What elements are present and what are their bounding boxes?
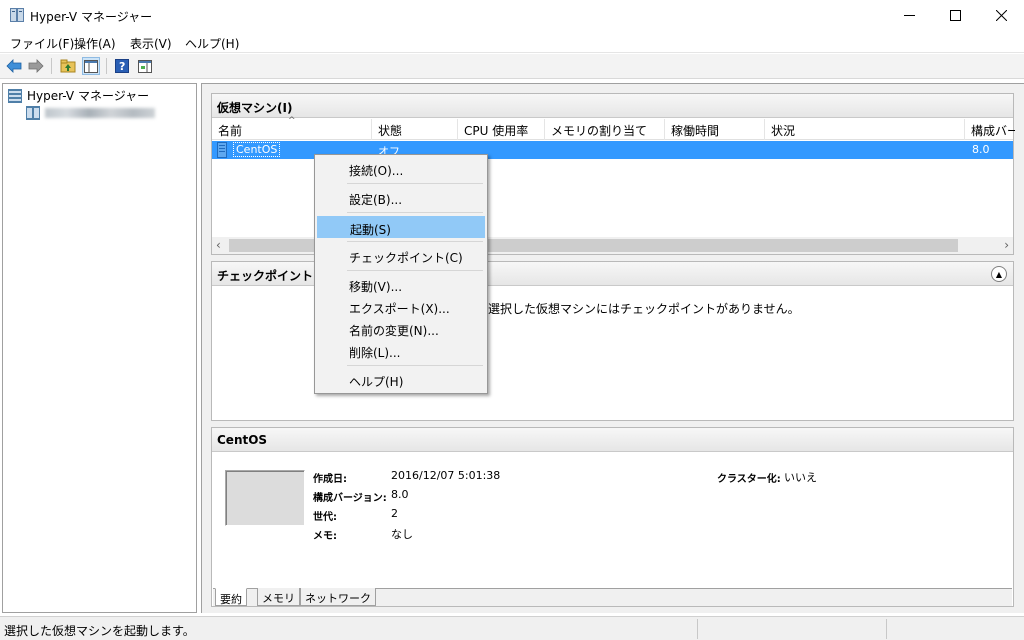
menu-item-delete[interactable]: 削除(L)... xyxy=(317,340,485,362)
status-divider xyxy=(697,619,698,639)
scroll-left-icon[interactable]: ‹ xyxy=(216,238,221,252)
back-arrow-icon xyxy=(6,59,22,73)
svg-text:?: ? xyxy=(119,60,125,73)
column-header-config-version[interactable]: 構成バー xyxy=(965,119,1015,140)
tree-root-label: Hyper-V マネージャー xyxy=(27,89,150,103)
vm-thumbnail xyxy=(225,470,305,526)
title-bar: Hyper-V マネージャー xyxy=(0,0,1024,31)
menu-view[interactable]: 表示(V) xyxy=(130,35,172,52)
forward-arrow-icon xyxy=(28,59,44,73)
menu-file[interactable]: ファイル(F) xyxy=(10,35,74,52)
hyper-v-app-icon xyxy=(10,8,24,22)
vm-details-panel: CentOS 作成日: 2016/12/07 5:01:38 構成バージョン: … xyxy=(211,427,1014,607)
tab-network[interactable]: ネットワーク xyxy=(300,588,376,606)
vm-context-menu: 接続(O)... 設定(B)... 起動(S) チェックポイント(C) 移動(V… xyxy=(314,154,488,394)
toolbar: ? xyxy=(0,54,1024,79)
menu-separator xyxy=(347,365,483,366)
menu-bar: ファイル(F) 操作(A) 表示(V) ヘルプ(H) xyxy=(0,31,1024,53)
column-header-name[interactable]: 名前 xyxy=(212,119,372,140)
vm-grid-header: ^ 名前 状態 CPU 使用率 メモリの割り当て 稼働時間 状況 構成バー xyxy=(212,116,1015,140)
status-bar: 選択した仮想マシンを起動します。 xyxy=(0,616,1024,640)
show-hide-tree-icon xyxy=(84,59,98,73)
column-header-memory[interactable]: メモリの割り当て xyxy=(545,119,665,140)
menu-item-settings[interactable]: 設定(B)... xyxy=(317,187,485,209)
menu-item-checkpoint[interactable]: チェックポイント(C) xyxy=(317,245,485,267)
minimize-button[interactable] xyxy=(886,0,932,31)
config-version-value: 8.0 xyxy=(391,488,409,501)
maximize-icon xyxy=(949,10,961,21)
scroll-right-icon[interactable]: › xyxy=(1004,238,1009,252)
toolbar-separator xyxy=(51,58,52,74)
show-action-pane-icon xyxy=(138,59,152,73)
menu-item-export[interactable]: エクスポート(X)... xyxy=(317,296,485,318)
menu-separator xyxy=(347,212,483,213)
window-title: Hyper-V マネージャー xyxy=(30,10,153,24)
cluster-label: クラスター化: xyxy=(717,474,781,485)
menu-item-start[interactable]: 起動(S) xyxy=(317,216,485,238)
help-button[interactable]: ? xyxy=(113,57,131,75)
forward-button[interactable] xyxy=(27,57,45,75)
vm-panel-header: 仮想マシン(I) xyxy=(212,94,1013,118)
vm-config-version-cell: 8.0 xyxy=(972,143,990,156)
tree-host-server[interactable] xyxy=(25,105,155,121)
vm-name-cell: CentOS xyxy=(233,142,281,157)
column-header-cpu[interactable]: CPU 使用率 xyxy=(458,119,545,140)
navigation-tree-pane: Hyper-V マネージャー xyxy=(2,83,197,613)
menu-separator xyxy=(347,183,483,184)
back-button[interactable] xyxy=(5,57,23,75)
server-icon xyxy=(26,106,40,120)
help-icon: ? xyxy=(115,59,129,73)
column-header-status[interactable]: 状況 xyxy=(765,119,965,140)
up-folder-icon xyxy=(60,59,76,73)
status-text: 選択した仮想マシンを起動します。 xyxy=(4,624,195,638)
tab-summary[interactable]: 要約 xyxy=(215,588,247,606)
menu-item-connect[interactable]: 接続(O)... xyxy=(317,158,485,180)
column-header-state[interactable]: 状態 xyxy=(372,119,458,140)
notes-label: メモ: xyxy=(313,531,337,542)
host-name-redacted xyxy=(45,108,155,118)
close-icon xyxy=(995,10,1007,21)
config-version-label: 構成バージョン: xyxy=(313,493,387,504)
tree-root-hyper-v-manager[interactable]: Hyper-V マネージャー xyxy=(7,87,149,104)
details-tab-strip: 要約 メモリ ネットワーク xyxy=(213,588,1012,606)
toolbar-separator xyxy=(106,58,107,74)
close-button[interactable] xyxy=(978,0,1024,31)
checkpoint-empty-message: 選択した仮想マシンにはチェックポイントがありません。 xyxy=(488,302,800,316)
show-hide-tree-button[interactable] xyxy=(82,57,100,75)
menu-separator xyxy=(347,270,483,271)
menu-help[interactable]: ヘルプ(H) xyxy=(185,35,239,52)
maximize-button[interactable] xyxy=(932,0,978,31)
menu-item-help[interactable]: ヘルプ(H) xyxy=(317,369,485,391)
tab-memory[interactable]: メモリ xyxy=(257,588,300,606)
details-panel-header: CentOS xyxy=(212,428,1013,452)
column-header-uptime[interactable]: 稼働時間 xyxy=(665,119,765,140)
created-label: 作成日: xyxy=(313,474,347,485)
show-action-pane-button[interactable] xyxy=(136,57,154,75)
minimize-icon xyxy=(903,15,915,16)
status-divider xyxy=(886,619,887,639)
menu-item-rename[interactable]: 名前の変更(N)... xyxy=(317,318,485,340)
up-folder-button[interactable] xyxy=(59,57,77,75)
collapse-panel-button[interactable]: ▲ xyxy=(991,266,1007,282)
menu-item-move[interactable]: 移動(V)... xyxy=(317,274,485,296)
created-value: 2016/12/07 5:01:38 xyxy=(391,469,501,482)
notes-value: なし xyxy=(391,528,413,541)
hyper-v-manager-icon xyxy=(8,88,22,103)
menu-action[interactable]: 操作(A) xyxy=(74,35,116,52)
generation-value: 2 xyxy=(391,507,398,520)
menu-separator xyxy=(347,241,483,242)
cluster-value: いいえ xyxy=(784,471,817,484)
chevron-up-icon: ▲ xyxy=(995,269,1003,279)
vm-icon xyxy=(217,142,227,158)
generation-label: 世代: xyxy=(313,512,337,523)
